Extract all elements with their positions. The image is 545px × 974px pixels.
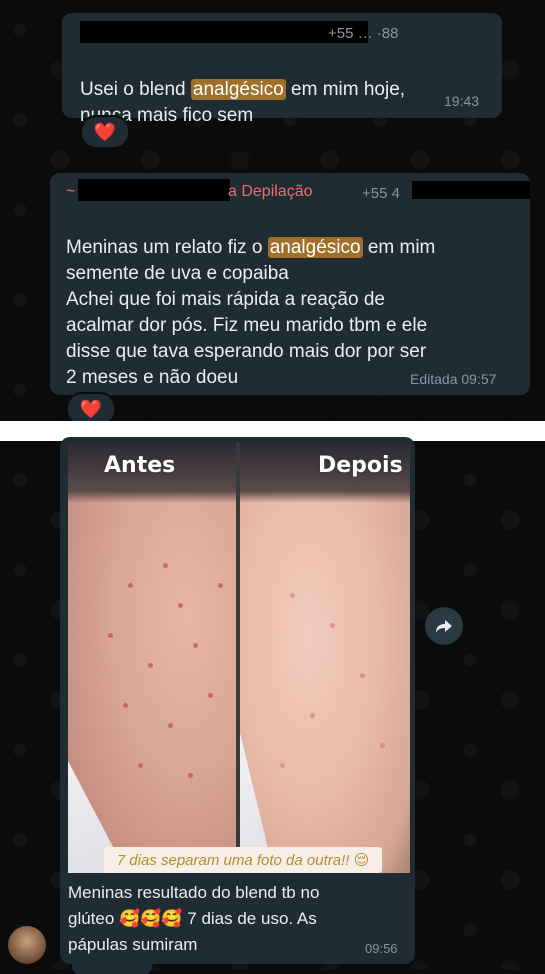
before-after-photo[interactable]: Antes Depois (68, 443, 410, 873)
photo-overlay-caption: 7 dias separam uma foto da outra!! 😌 (104, 847, 382, 873)
before-label: Antes (104, 453, 176, 478)
message-time: 19:43 (444, 93, 480, 109)
message-time: Editada 09:57 (410, 371, 497, 387)
message-bubble-1[interactable]: +55 … ·88 Usei o blend analgésico em mim… (62, 13, 502, 126)
contact-avatar[interactable] (8, 926, 46, 964)
message-bubble-2[interactable]: ~ a Depilação +55 4 Meninas um relato fi… (50, 173, 530, 395)
after-label: Depois (318, 453, 403, 478)
forward-arrow-icon[interactable] (425, 607, 463, 645)
sender-name-prefix: ~ (66, 183, 76, 200)
sender-name: a Depilação (228, 183, 313, 200)
message-text: Meninas um relato fiz o analgésico em mi… (66, 237, 436, 388)
heart-reaction[interactable]: ❤️ (80, 115, 130, 149)
message-time: 09:56 (365, 941, 398, 956)
sender-phone: +55 4 (362, 185, 400, 202)
search-highlight: analgésico (267, 237, 363, 258)
redacted-sender-name (80, 21, 368, 43)
after-panel: Depois (240, 443, 410, 873)
redacted-phone (412, 181, 530, 199)
redacted-sender-name (78, 179, 230, 201)
sender-phone: +55 … ·88 (328, 25, 399, 42)
photo-caption-text: Meninas resultado do blend tb no glúteo … (68, 883, 320, 954)
reaction-strip[interactable] (72, 960, 152, 974)
search-highlight: analgésico (190, 79, 286, 100)
before-panel: Antes (68, 443, 236, 873)
message-text: Usei o blend analgésico em mim hoje, nun… (80, 79, 406, 126)
